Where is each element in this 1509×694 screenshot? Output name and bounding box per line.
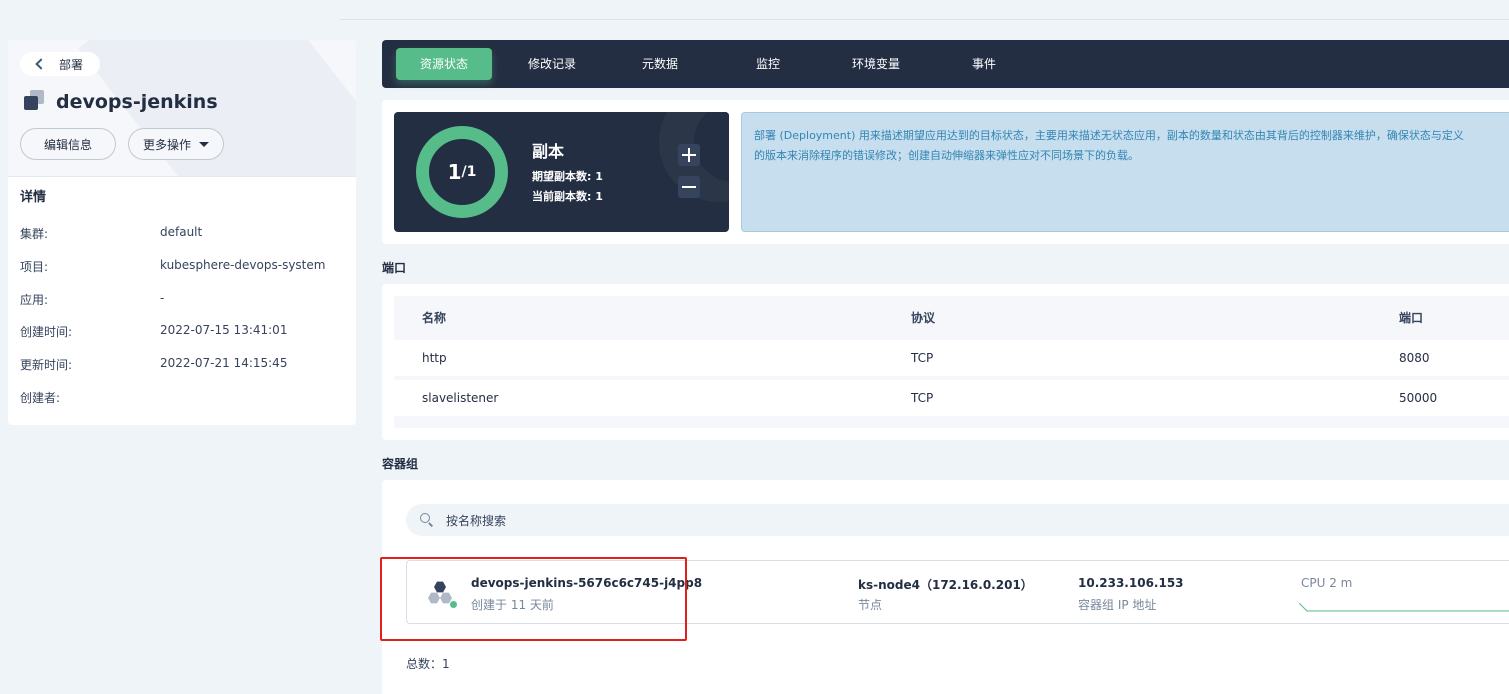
detail-value: 2022-07-15 13:41:01 <box>160 323 288 337</box>
highlight-annotation <box>380 557 687 641</box>
detail-key: 更新时间: <box>20 358 73 372</box>
detail-key: 项目: <box>20 260 49 274</box>
deployment-icon <box>22 90 46 114</box>
description-line: 的版本来消除程序的错误修改；创建自动伸缩器来弹性应对不同场景下的负载。 <box>754 149 1139 162</box>
search-icon <box>420 513 434 527</box>
detail-row-app: 应用: - <box>20 291 164 308</box>
pod-node: ks-node4（172.16.0.201） <box>858 578 1033 592</box>
more-actions-label: 更多操作 <box>142 137 191 152</box>
scale-down-button[interactable] <box>678 176 700 198</box>
pod-ip: 10.233.106.153 <box>1078 576 1184 590</box>
sidebar-header: 部署 devops-jenkins 编辑信息 更多操作 <box>8 40 356 176</box>
tab-events[interactable]: 事件 <box>960 48 1008 80</box>
detail-row-cluster: 集群: default <box>20 225 202 242</box>
cpu-sparkline <box>1299 602 1509 612</box>
port-name: http <box>422 351 447 365</box>
pod-cpu: CPU 2 m <box>1301 576 1353 590</box>
tab-environment-variables[interactable]: 环境变量 <box>840 48 912 80</box>
pods-title: 容器组 <box>382 457 419 471</box>
port-name: slavelistener <box>422 391 499 405</box>
pod-total: 总数：1 <box>406 657 450 671</box>
scale-up-button[interactable] <box>678 144 700 166</box>
pod-node-label: 节点 <box>858 598 883 612</box>
divider <box>8 176 356 177</box>
search-placeholder: 按名称搜索 <box>446 513 507 528</box>
detail-value: kubesphere-devops-system <box>160 258 326 272</box>
ports-card: 名称 协议 端口 http TCP 8080 slavelistener TCP… <box>382 284 1509 440</box>
top-divider <box>340 19 1509 20</box>
pod-ip-label: 容器组 IP 地址 <box>1078 598 1157 612</box>
detail-sidebar: 部署 devops-jenkins 编辑信息 更多操作 详情 集群: defau… <box>8 40 356 425</box>
details-title: 详情 <box>20 190 47 205</box>
port-protocol: TCP <box>911 391 934 405</box>
tab-metadata[interactable]: 元数据 <box>630 48 690 80</box>
detail-value: - <box>160 291 165 305</box>
port-number: 8080 <box>1399 351 1430 365</box>
detail-row-created: 创建时间: 2022-07-15 13:41:01 <box>20 323 287 340</box>
tab-monitoring[interactable]: 监控 <box>744 48 792 80</box>
pod-search-input[interactable]: 按名称搜索 <box>406 504 1509 536</box>
tab-revision-records[interactable]: 修改记录 <box>516 48 588 80</box>
port-number: 50000 <box>1399 391 1438 405</box>
status-card: 1/1 副本 期望副本数: 1 当前副本数: 1 部署 (Deployment)… <box>382 100 1509 244</box>
detail-key: 应用: <box>20 293 49 307</box>
deployment-description: 部署 (Deployment) 用来描述期望应用达到的目标状态，主要用来描述无状… <box>741 112 1509 232</box>
detail-row-creator: 创建者: <box>20 389 160 406</box>
more-actions-button[interactable]: 更多操作 <box>128 128 224 160</box>
detail-key: 集群: <box>20 227 49 241</box>
detail-key: 创建者: <box>20 391 61 405</box>
detail-row-project: 项目: kubesphere-devops-system <box>20 258 325 275</box>
back-button[interactable]: 部署 <box>20 52 100 76</box>
desired-replicas: 期望副本数: 1 <box>532 170 603 183</box>
replica-panel: 1/1 副本 期望副本数: 1 当前副本数: 1 <box>394 112 729 232</box>
tab-bar: 资源状态 修改记录 元数据 监控 环境变量 事件 <box>382 40 1509 88</box>
replica-ring: 1/1 <box>416 126 508 218</box>
col-header-protocol: 协议 <box>911 310 936 325</box>
detail-key: 创建时间: <box>20 325 73 339</box>
page-title: devops-jenkins <box>56 91 218 113</box>
table-row: http TCP 8080 <box>394 340 1509 376</box>
current-replicas: 当前副本数: 1 <box>532 190 603 203</box>
edit-info-label: 编辑信息 <box>43 137 92 152</box>
table-row: slavelistener TCP 50000 <box>394 380 1509 416</box>
col-header-port: 端口 <box>1399 310 1424 325</box>
detail-value: default <box>160 225 203 239</box>
detail-value: 2022-07-21 14:15:45 <box>160 356 288 370</box>
replica-title: 副本 <box>532 142 565 161</box>
tab-resource-status[interactable]: 资源状态 <box>396 48 492 80</box>
replica-total: /1 <box>461 164 477 180</box>
resource-title-row: devops-jenkins <box>22 90 218 114</box>
ports-title: 端口 <box>382 261 407 275</box>
description-line: 部署 (Deployment) 用来描述期望应用达到的目标状态，主要用来描述无状… <box>754 129 1464 142</box>
edit-info-button[interactable]: 编辑信息 <box>20 128 116 160</box>
detail-row-updated: 更新时间: 2022-07-21 14:15:45 <box>20 356 287 373</box>
ports-table: 名称 协议 端口 http TCP 8080 slavelistener TCP… <box>394 296 1509 428</box>
replica-current: 1 <box>447 160 462 184</box>
back-label: 部署 <box>59 57 84 72</box>
port-protocol: TCP <box>911 351 934 365</box>
col-header-name: 名称 <box>422 310 447 325</box>
caret-down-icon <box>199 141 209 147</box>
minus-icon <box>682 186 696 188</box>
chevron-left-icon <box>35 58 47 70</box>
ports-header-row: 名称 协议 端口 <box>394 299 1509 335</box>
